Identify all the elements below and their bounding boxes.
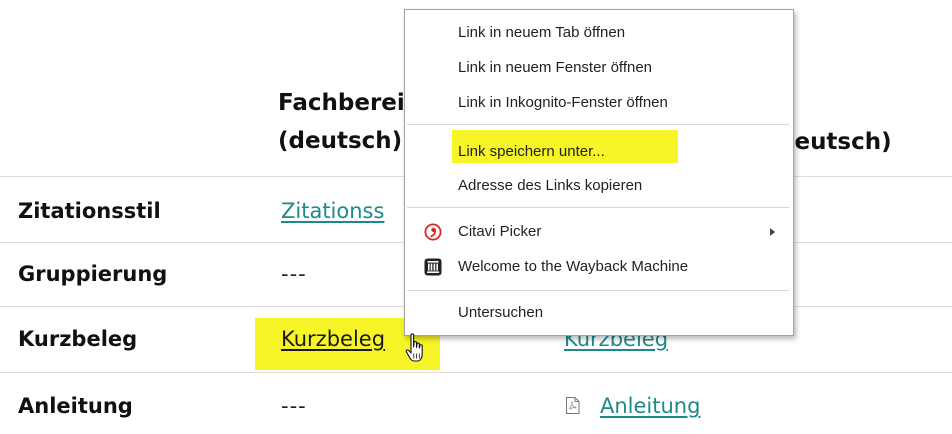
menu-item-label: Link in Inkognito-Fenster öffnen	[458, 94, 668, 111]
submenu-arrow-icon	[770, 228, 775, 236]
menu-item-citavi-picker[interactable]: Citavi Picker	[405, 218, 793, 246]
context-menu: Link in neuem Tab öffnen Link in neuem F…	[404, 9, 794, 336]
menu-item-save-link-as[interactable]: Link speichern unter...	[405, 138, 793, 166]
menu-item-label: Citavi Picker	[458, 223, 542, 240]
menu-item-inspect[interactable]: Untersuchen	[405, 299, 793, 327]
menu-item-open-new-window[interactable]: Link in neuem Fenster öffnen	[405, 54, 793, 82]
menu-item-label: Link in neuem Tab öffnen	[458, 24, 626, 41]
zitationsstil-link[interactable]: Zitationss	[281, 196, 384, 226]
row-divider	[0, 372, 952, 373]
column-header-line2: (deutsch)	[278, 128, 403, 154]
column-header-fachbereich: Fachberei (deutsch)	[278, 84, 405, 160]
hand-cursor-icon	[405, 333, 423, 362]
menu-item-label: Link in neuem Fenster öffnen	[458, 59, 653, 76]
kurzbeleg-link[interactable]: Kurzbeleg	[281, 324, 385, 354]
citavi-icon	[424, 223, 442, 241]
menu-item-wayback-machine[interactable]: Welcome to the Wayback Machine	[405, 253, 793, 281]
anleitung-value: ---	[281, 394, 307, 418]
anleitung-link[interactable]: Anleitung	[600, 391, 700, 421]
menu-item-label: Link speichern unter...	[458, 143, 605, 160]
gruppierung-value: ---	[281, 262, 307, 286]
column-header-second: deutsch)	[778, 129, 892, 155]
menu-item-open-new-tab[interactable]: Link in neuem Tab öffnen	[405, 19, 793, 47]
row-label-gruppierung: Gruppierung	[18, 262, 168, 286]
menu-separator	[407, 207, 789, 208]
row-label-zitationsstil: Zitationsstil	[18, 199, 161, 223]
menu-item-label: Welcome to the Wayback Machine	[458, 258, 689, 275]
menu-item-open-incognito[interactable]: Link in Inkognito-Fenster öffnen	[405, 89, 793, 117]
menu-item-copy-link-address[interactable]: Adresse des Links kopieren	[405, 172, 793, 200]
menu-item-label: Adresse des Links kopieren	[458, 177, 643, 194]
menu-separator	[407, 124, 789, 125]
row-label-kurzbeleg: Kurzbeleg	[18, 327, 138, 351]
wayback-machine-icon	[424, 258, 442, 276]
row-label-anleitung: Anleitung	[18, 394, 133, 418]
menu-separator	[407, 290, 789, 291]
menu-item-label: Untersuchen	[458, 304, 544, 321]
column-header-line1: Fachberei	[278, 90, 405, 116]
pdf-file-icon	[566, 397, 580, 414]
